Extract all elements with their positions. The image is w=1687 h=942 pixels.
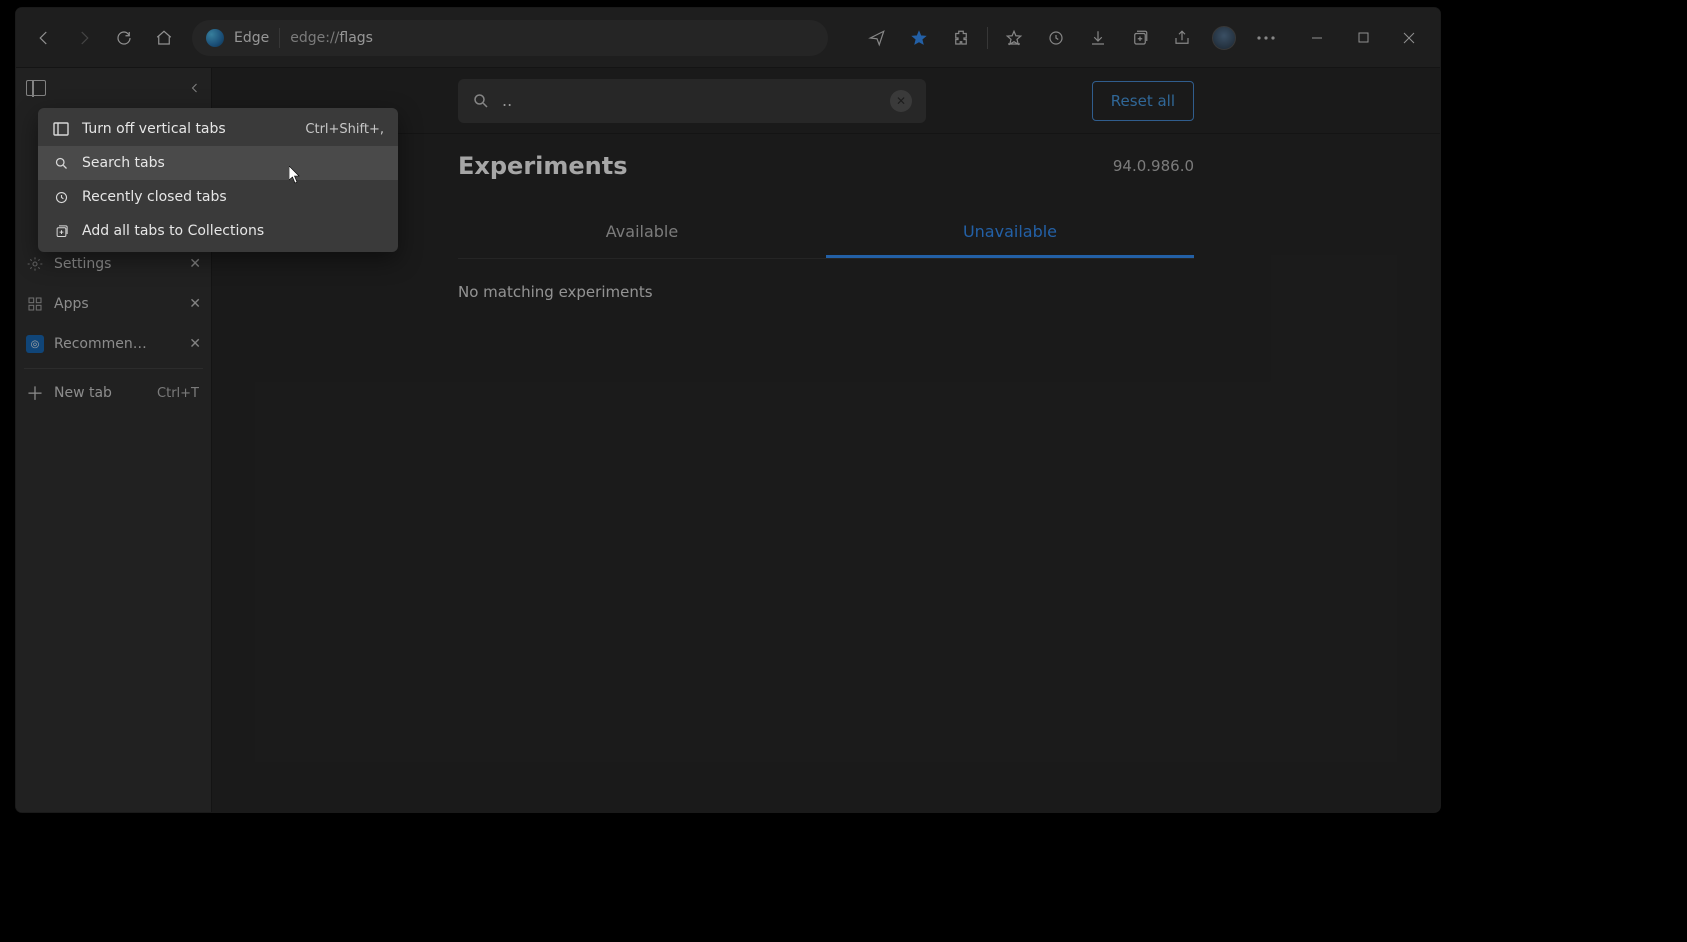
window-maximize-button[interactable] [1340, 18, 1386, 58]
menu-item-label: Search tabs [82, 155, 165, 171]
page-title: Experiments [458, 152, 628, 180]
extensions-icon[interactable] [941, 18, 981, 58]
menu-search-tabs[interactable]: Search tabs [38, 146, 398, 180]
new-tab-label: New tab [54, 385, 112, 401]
profile-avatar[interactable] [1204, 18, 1244, 58]
window-minimize-button[interactable] [1294, 18, 1340, 58]
downloads-icon[interactable] [1078, 18, 1118, 58]
history-icon[interactable] [1036, 18, 1076, 58]
close-tab-icon[interactable]: ✕ [189, 256, 201, 272]
tab-label: Settings [54, 256, 111, 272]
sidebar-tab-recommended[interactable]: ◎ Recommended D ✕ [16, 324, 211, 364]
menu-item-label: Recently closed tabs [82, 189, 227, 205]
history-icon [52, 190, 70, 205]
menu-add-to-collections[interactable]: Add all tabs to Collections [38, 214, 398, 248]
address-url: edge://flags [290, 30, 373, 46]
more-menu-icon[interactable] [1246, 18, 1286, 58]
tab-actions-icon[interactable] [26, 80, 46, 96]
tab-unavailable[interactable]: Unavailable [826, 208, 1194, 258]
gear-icon [26, 255, 44, 273]
apps-icon [26, 295, 44, 313]
toolbar-divider [987, 27, 988, 49]
empty-state-message: No matching experiments [458, 283, 1194, 301]
address-bar[interactable]: Edge edge://flags [192, 20, 828, 56]
tab-label: Apps [54, 296, 89, 312]
collapse-sidebar-icon[interactable] [189, 82, 201, 94]
sidebar-divider [24, 368, 203, 369]
tab-available[interactable]: Available [458, 208, 826, 258]
mouse-cursor-icon [289, 166, 301, 184]
close-tab-icon[interactable]: ✕ [189, 336, 201, 352]
collections-icon[interactable] [1120, 18, 1160, 58]
experiments-tabs: Available Unavailable [458, 208, 1194, 259]
new-tab-button[interactable]: ＋ New tab Ctrl+T [16, 373, 211, 413]
vertical-tabs-icon [52, 122, 70, 136]
sidebar-tab-apps[interactable]: Apps ✕ [16, 284, 211, 324]
address-brand: Edge [234, 30, 269, 46]
menu-item-shortcut: Ctrl+Shift+, [305, 122, 384, 137]
favorite-star-icon[interactable] [899, 18, 939, 58]
favorites-icon[interactable] [994, 18, 1034, 58]
menu-item-label: Add all tabs to Collections [82, 223, 264, 239]
window-close-button[interactable] [1386, 18, 1432, 58]
collections-icon [52, 224, 70, 239]
flags-search-input[interactable] [502, 91, 878, 110]
clear-search-icon[interactable]: ✕ [890, 90, 912, 112]
close-tab-icon[interactable]: ✕ [189, 296, 201, 312]
refresh-button[interactable] [104, 18, 144, 58]
tab-actions-menu: Turn off vertical tabs Ctrl+Shift+, Sear… [38, 108, 398, 252]
new-tab-shortcut: Ctrl+T [157, 386, 199, 401]
plus-icon: ＋ [26, 380, 44, 406]
back-button[interactable] [24, 18, 64, 58]
browser-toolbar: Edge edge://flags [16, 8, 1440, 68]
search-icon [472, 92, 490, 110]
menu-recently-closed-tabs[interactable]: Recently closed tabs [38, 180, 398, 214]
version-label: 94.0.986.0 [1113, 157, 1194, 175]
forward-button[interactable] [64, 18, 104, 58]
edge-logo-icon [206, 29, 224, 47]
share-icon[interactable] [1162, 18, 1202, 58]
menu-item-label: Turn off vertical tabs [82, 121, 226, 137]
site-favicon: ◎ [26, 335, 44, 353]
menu-turn-off-vertical-tabs[interactable]: Turn off vertical tabs Ctrl+Shift+, [38, 112, 398, 146]
tab-label: Recommended D [54, 336, 154, 352]
address-separator [279, 28, 280, 48]
reset-all-button[interactable]: Reset all [1092, 81, 1194, 121]
search-icon [52, 156, 70, 171]
send-icon[interactable] [857, 18, 897, 58]
flags-search-box[interactable]: ✕ [458, 79, 926, 123]
home-button[interactable] [144, 18, 184, 58]
